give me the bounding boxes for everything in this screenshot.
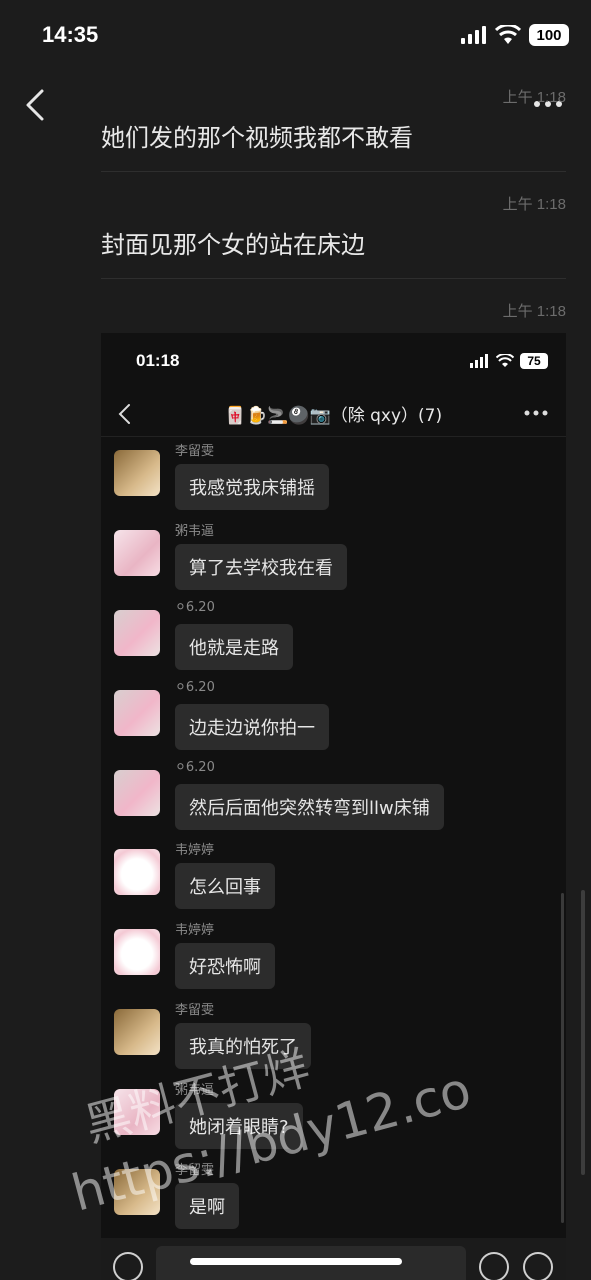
avatar (114, 1169, 160, 1215)
sender-name: 李留雯 (175, 1003, 215, 1018)
chat-message: ⚪6.20 然后后面他突然转弯到llw床铺 (114, 760, 554, 840)
chat-message: 李留雯 我感觉我床铺摇 (114, 440, 554, 520)
message-bubble: 然后后面他突然转弯到llw床铺 (175, 784, 444, 830)
sender-name: 粥韦逼 (175, 1083, 215, 1098)
signal-icon (461, 26, 486, 44)
avatar (114, 690, 160, 736)
divider (101, 171, 566, 172)
sender-name: 韦婷婷 (175, 843, 215, 858)
avatar (114, 610, 160, 656)
avatar (114, 770, 160, 816)
chat-message: 李留雯 是啊 (114, 1159, 554, 1239)
sender-name: 李留雯 (175, 444, 215, 459)
message-item[interactable]: 上午 1:18 她们发的那个视频我都不敢看 (101, 86, 566, 152)
shared-screenshot-image[interactable]: 01:18 75 🀄🍺🚬🎱📷（除 qxy）(7) 李留雯 我感觉我床铺摇 粥韦逼… (101, 333, 566, 1280)
message-bubble: 是啊 (175, 1183, 239, 1229)
message-bubble: 边走边说你拍一 (175, 704, 329, 750)
chat-message: 韦婷婷 怎么回事 (114, 839, 554, 919)
home-indicator[interactable] (190, 1258, 402, 1265)
chat-message: ⚪6.20 他就是走路 (114, 600, 554, 680)
message-item[interactable]: 上午 1:18 (101, 300, 566, 322)
message-bubble: 我感觉我床铺摇 (175, 464, 329, 510)
message-time: 上午 1:18 (502, 89, 566, 106)
more-icon (524, 410, 548, 416)
battery-indicator: 75 (520, 353, 548, 369)
signal-icon (470, 354, 488, 368)
emoji-icon (479, 1252, 509, 1280)
message-bubble: 她闭着眼睛? (175, 1103, 303, 1149)
message-bubble: 好恐怖啊 (175, 943, 275, 989)
message-time: 上午 1:18 (502, 303, 566, 320)
voice-icon (113, 1252, 143, 1280)
chat-message: 粥韦逼 她闭着眼睛? (114, 1079, 554, 1159)
wifi-icon (496, 354, 514, 367)
group-chat-title: 🀄🍺🚬🎱📷（除 qxy）(7) (224, 406, 443, 426)
screenshot-status-time: 01:18 (136, 351, 180, 370)
status-icons: 100 (461, 24, 569, 46)
message-time: 上午 1:18 (502, 196, 566, 213)
message-bubble: 我真的怕死了 (175, 1023, 311, 1069)
chat-message: ⚪6.20 边走边说你拍一 (114, 680, 554, 760)
avatar (114, 450, 160, 496)
scrollbar[interactable] (581, 890, 585, 1175)
message-text: 封面见那个女的站在床边 (101, 231, 365, 259)
scrollbar (561, 893, 564, 1223)
back-button[interactable] (22, 88, 50, 122)
avatar (114, 1089, 160, 1135)
sender-name: ⚪6.20 (175, 760, 215, 775)
message-bubble: 算了去学校我在看 (175, 544, 347, 590)
avatar (114, 530, 160, 576)
status-bar: 14:35 100 (0, 0, 591, 70)
chat-message: 李留雯 我真的怕死了 (114, 999, 554, 1079)
divider (101, 278, 566, 279)
divider (101, 436, 566, 437)
status-time: 14:35 (42, 22, 99, 47)
wifi-icon (495, 25, 521, 44)
avatar (114, 1009, 160, 1055)
plus-icon (523, 1252, 553, 1280)
sender-name: 李留雯 (175, 1163, 215, 1178)
sender-name: ⚪6.20 (175, 600, 215, 615)
sender-name: 韦婷婷 (175, 923, 215, 938)
message-text: 她们发的那个视频我都不敢看 (101, 124, 413, 152)
battery-indicator: 100 (529, 24, 569, 46)
message-item[interactable]: 上午 1:18 封面见那个女的站在床边 (101, 193, 566, 259)
message-bubble: 怎么回事 (175, 863, 275, 909)
avatar (114, 849, 160, 895)
message-bubble: 他就是走路 (175, 624, 293, 670)
sender-name: ⚪6.20 (175, 680, 215, 695)
screenshot-status-icons: 75 (470, 353, 548, 369)
screenshot-chat-header: 🀄🍺🚬🎱📷（除 qxy）(7) (101, 391, 566, 437)
sender-name: 粥韦逼 (175, 524, 215, 539)
chat-message: 粥韦逼 算了去学校我在看 (114, 520, 554, 600)
avatar (114, 929, 160, 975)
chat-message: 韦婷婷 好恐怖啊 (114, 919, 554, 999)
